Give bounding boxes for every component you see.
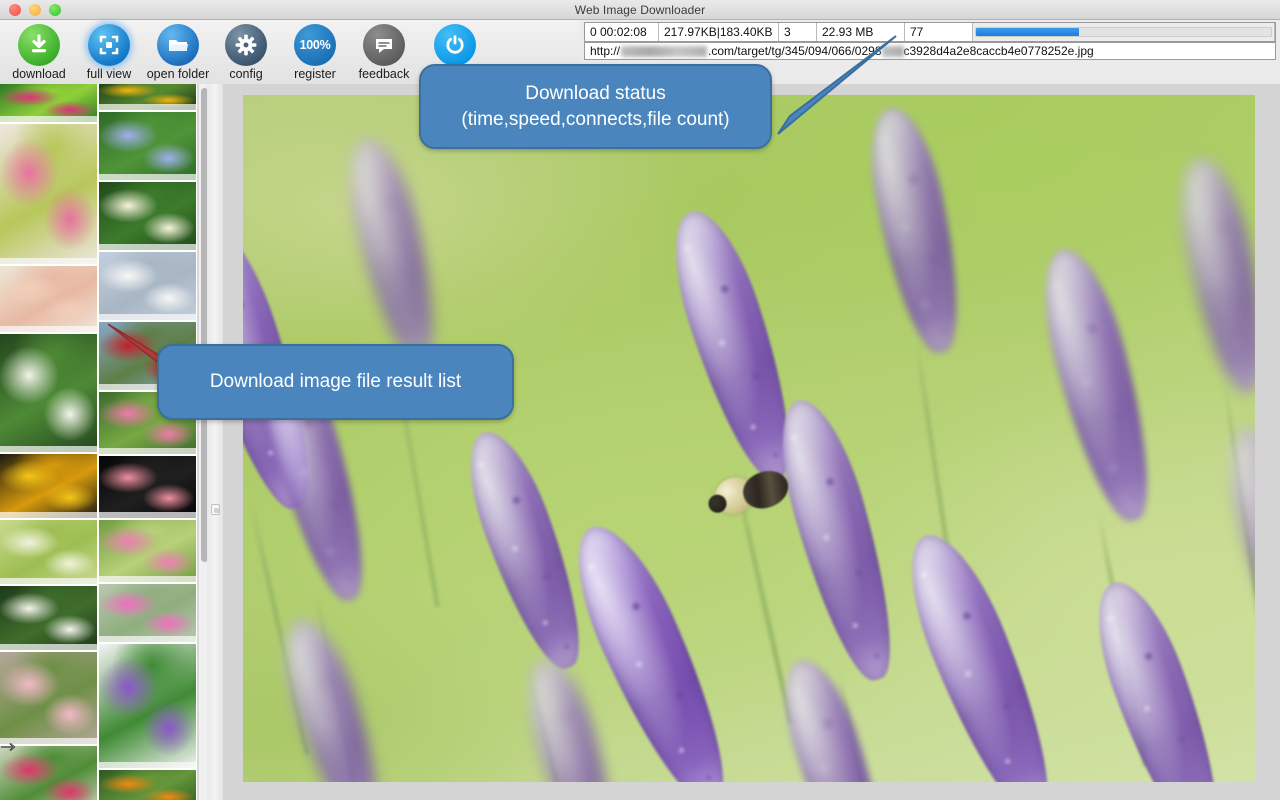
thumbnail-column-1 [0, 84, 97, 800]
thumbnail-caption-strip [0, 644, 97, 650]
thumbnail-item[interactable] [0, 334, 97, 452]
thumbnail-caption-strip [99, 636, 196, 642]
thumbnail-item[interactable] [99, 84, 196, 110]
thumbnail-item[interactable] [0, 746, 97, 800]
thumbnail-caption-strip [0, 116, 97, 122]
thumbnail-caption-strip [0, 738, 97, 744]
preview-image [243, 95, 1255, 782]
percent-100-icon: 100% [294, 24, 336, 66]
title-bar: Web Image Downloader [0, 0, 1280, 20]
thumbnail-caption-strip [99, 174, 196, 180]
thumbnail-item[interactable] [99, 770, 196, 800]
toolbar-label: open folder [146, 67, 210, 81]
thumbnail-item[interactable] [99, 520, 196, 582]
toolbar-button-open-folder[interactable]: open folder [139, 24, 217, 81]
thumbnail-item[interactable] [0, 124, 97, 264]
callout-line: Download status [525, 82, 666, 104]
thumbnail-caption-strip [99, 576, 196, 582]
thumbnail-item[interactable] [0, 84, 97, 122]
gear-icon [225, 24, 267, 66]
thumbnail-caption-strip [0, 578, 97, 584]
percent-100-text: 100% [299, 38, 331, 52]
thumbnail-item[interactable] [99, 456, 196, 518]
toolbar-button-power[interactable] [416, 24, 494, 67]
thumbnail-item[interactable] [0, 454, 97, 518]
window-title: Web Image Downloader [574, 2, 706, 17]
toolbar-label: config [229, 67, 263, 81]
url-prefix: http:// [590, 44, 621, 58]
toolbar-label: download [12, 67, 66, 81]
callout-download-status: Download status (time,speed,connects,fil… [419, 64, 772, 149]
progress-track [975, 27, 1272, 37]
panel-splitter[interactable] [207, 84, 223, 800]
thumbnail-item[interactable] [99, 182, 196, 250]
thumbnail-caption-strip [99, 104, 196, 110]
speech-bubble-icon [363, 24, 405, 66]
progress-fill [976, 28, 1080, 36]
callout-line: Download image file result list [209, 371, 462, 392]
thumbnail-item[interactable] [0, 520, 97, 584]
download-icon [18, 24, 60, 66]
callout-line: (time,speed,connects,file count) [461, 108, 730, 130]
toolbar-label: full view [86, 67, 132, 81]
toolbar-label: feedback [358, 67, 410, 81]
toolbar-button-download[interactable]: download [0, 24, 78, 81]
thumbnail-item[interactable] [0, 266, 97, 332]
thumbnail-item[interactable] [0, 652, 97, 744]
thumbnail-caption-strip [99, 244, 196, 250]
power-icon [434, 24, 476, 66]
fullscreen-icon [88, 24, 130, 66]
main-body [0, 84, 1280, 800]
folder-icon [157, 24, 199, 66]
thumbnail-caption-strip [0, 326, 97, 332]
thumbnail-caption-strip [0, 446, 97, 452]
progress-bar-container [973, 23, 1275, 41]
thumbnail-caption-strip [99, 512, 196, 518]
toolbar-button-feedback[interactable]: feedback [345, 24, 423, 81]
toolbar-button-register[interactable]: 100% register [276, 24, 354, 81]
callout-result-list: Download image file result list [157, 344, 514, 420]
thumbnail-result-list[interactable] [0, 84, 197, 800]
splitter-grip-handle[interactable] [211, 504, 220, 515]
thumbnail-item[interactable] [0, 586, 97, 650]
thumbnail-item[interactable] [99, 644, 196, 768]
toolbar-label: register [294, 67, 336, 81]
thumbnail-item[interactable] [99, 584, 196, 642]
thumbnail-item[interactable] [99, 112, 196, 180]
app-window: Web Image Downloader download full view [0, 0, 1280, 800]
thumbnail-caption-strip [99, 448, 196, 454]
thumbnail-caption-strip [0, 512, 97, 518]
toolbar-button-full-view[interactable]: full view [70, 24, 148, 81]
thumbnail-caption-strip [0, 258, 97, 264]
thumbnail-column-2 [99, 84, 196, 800]
image-viewer[interactable] [223, 84, 1280, 800]
thumbnail-caption-strip [99, 762, 196, 768]
toolbar-button-config[interactable]: config [207, 24, 285, 81]
